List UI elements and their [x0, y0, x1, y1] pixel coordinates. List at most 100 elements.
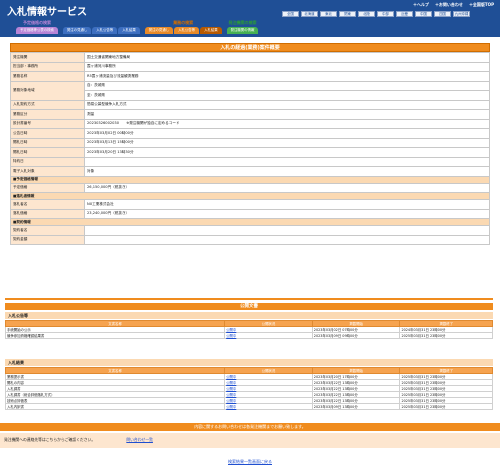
detail-key: 落札価格 [10, 208, 85, 219]
detail-row: 業務対象地域 自：茨城県 [10, 80, 490, 101]
inquiry-note: 内容に関するお問い合わせは各発注機関までお願い致します。 [0, 423, 500, 431]
detail-title: 入札の経過(業務)案件概要 [10, 43, 490, 52]
detail-value: 簡易公募型競争入札方式 [84, 99, 490, 110]
detail-value: 26,150,000円（税抜き） [84, 182, 490, 193]
detail-row: 担当部・事務所 霞ヶ浦河川事務所 [10, 61, 490, 72]
detail-value: 自：茨城県 [84, 80, 490, 91]
tab-price-search[interactable]: 予定価格等公表の検索 [16, 27, 58, 34]
notice-subtitle: 入札公告等 [5, 312, 493, 319]
category-agency: 発注機関の検索 発注機関の情報 [226, 20, 259, 34]
detail-value: 対象 [84, 166, 490, 177]
group-label: ■落札者情報 [10, 192, 490, 200]
detail-value: 2023年03月20日 13時30分 [84, 147, 490, 158]
doc-start: 2023年03月09日 13時00分 [311, 403, 401, 410]
detail-table: 発注機関 国土交通省関東地方整備局 担当部・事務所 霞ヶ浦河川事務所 業務名称 R5霞… [10, 52, 490, 245]
category-price-label: 予定価格の検索 [22, 20, 51, 25]
detail-value: 国土交通省関東地方整備局 [84, 52, 490, 63]
inquiry-list-link[interactable]: 問い合わせ一覧 [126, 437, 153, 442]
doc-start: 2023年03月09日 09時00分 [311, 332, 401, 339]
detail-key: 業務名称 [10, 71, 85, 82]
doc-status-link[interactable]: 公開中 [224, 403, 313, 410]
detail-row: 設計書番号 20230326002030 ※発注機関が独自に定めるコード [10, 118, 490, 129]
detail-value: 霞ヶ浦河川事務所 [84, 61, 490, 72]
region-tab-all[interactable]: 全国 [282, 11, 299, 17]
national-top-link[interactable]: ＋全国版TOP [469, 2, 494, 8]
detail-key: 契約金額 [10, 234, 85, 245]
contact-section: 発注機関への連絡先等はこちらからご確認ください。 問い合わせ一覧 [0, 433, 500, 448]
group-label: ■契約情報 [10, 218, 490, 226]
region-tab-hokkaido[interactable]: 北海道 [301, 11, 318, 17]
detail-row: 契約者名 [10, 225, 490, 236]
detail-value: 20230326002030 ※発注機関が独自に定めるコード [84, 118, 490, 129]
table-row: 競争参加資格確認結果書 公開中 2023年03月09日 09時00分 2025年… [4, 332, 493, 339]
group-header-winner: ■落札者情報 [10, 192, 490, 200]
contact-text: 発注機関への連絡先等はこちらからご確認ください。 [4, 437, 96, 442]
detail-key: 業務区分 [10, 109, 85, 120]
region-tab-kyushu[interactable]: 九州沖縄 [453, 11, 470, 17]
doc-end: 2025年03月31日 23時00分 [399, 332, 493, 339]
contact-link[interactable]: ＋お問い合わせ [435, 2, 463, 8]
category-price: 予定価格の検索 予定価格等公表の検索 [16, 20, 58, 34]
tab-construction-outlook[interactable]: 発注の見通し [62, 27, 92, 34]
category-service-label: 業務の検索 [173, 20, 194, 25]
detail-row: 公告日時 2023年03月02日 00時00分 [10, 128, 490, 139]
tab-service-notice[interactable]: 入札公告等 [174, 27, 200, 34]
detail-key: 入札契約方式 [10, 99, 85, 110]
region-tab-chubu[interactable]: 中部 [377, 11, 394, 17]
table-row: 入札内訳書 公開中 2023年03月09日 13時00分 2025年03月31日 23… [4, 403, 493, 410]
tab-service-result[interactable]: 入札結果 [200, 27, 222, 34]
detail-key: 発注機関 [10, 52, 85, 63]
result-docs-table: 文書名称 公開状況 掲載開始 掲載終了 業務提示書 公開中 2023年03月20日 … [4, 367, 493, 410]
detail-key: 開札日時 [10, 147, 85, 158]
detail-row: 落札価格 23,240,000円（税抜き） [10, 208, 490, 219]
region-tab-tohoku[interactable]: 東北 [320, 11, 337, 17]
detail-value: 23,240,000円（税抜き） [84, 208, 490, 219]
public-documents: 公開文書 入札公告等 文書名称 公開状況 掲載開始 掲載終了 手続開始の公示 公… [4, 298, 493, 410]
detail-value: 2023年03月02日 00時00分 [84, 128, 490, 139]
detail-value: 至：茨城県 [84, 90, 490, 101]
detail-value: 測量 [84, 109, 490, 120]
help-link[interactable]: ＋ヘルプ [413, 2, 429, 8]
group-label: ■予定価格情報 [10, 175, 490, 184]
detail-row: 電子入札対象 対象 [10, 166, 490, 177]
detail-value [84, 225, 490, 236]
detail-key: 担当部・事務所 [10, 61, 85, 72]
region-tab-hokuriku[interactable]: 北陸 [358, 11, 375, 17]
detail-key: 業務対象地域 [10, 80, 85, 101]
detail-row: 特約日 [10, 156, 490, 167]
tab-construction-notice[interactable]: 入札公告等 [92, 27, 118, 34]
region-tab-shikoku[interactable]: 四国 [434, 11, 451, 17]
detail-key: 特約日 [10, 156, 85, 167]
region-tab-chugoku[interactable]: 中国 [415, 11, 432, 17]
detail-row: 業務名称 R5霞ヶ浦流量及び流量観測業務 [10, 71, 490, 82]
region-tab-kinki[interactable]: 近畿 [396, 11, 413, 17]
group-header-contract: ■契約情報 [10, 218, 490, 226]
result-subtitle: 入札結果 [5, 359, 493, 366]
doc-status-link[interactable]: 公開中 [224, 332, 313, 339]
tab-service-outlook[interactable]: 発注の見通し [144, 27, 174, 34]
detail-row: 発注機関 国土交通省関東地方整備局 [10, 52, 490, 63]
detail-key: 予定価格 [10, 182, 85, 193]
detail-value [84, 156, 490, 167]
detail-key: 設計書番号 [10, 118, 85, 129]
detail-key: 契約者名 [10, 225, 85, 236]
detail-value: R5霞ヶ浦流量及び流量観測業務 [84, 71, 490, 82]
tab-agency-info[interactable]: 発注機関の情報 [226, 27, 259, 34]
region-tab-kanto[interactable]: 関東 [339, 11, 356, 17]
detail-row: 業務区分 測量 [10, 109, 490, 120]
doc-name: 入札内訳書 [4, 403, 226, 410]
doc-end: 2025年03月31日 23時00分 [399, 403, 493, 410]
back-section: 検索結果一覧画面に戻る [0, 459, 500, 465]
detail-value: NX工業株式会社 [84, 199, 490, 210]
category-nav: 予定価格の検索 予定価格等公表の検索 工事の検索 発注の見通し 入札公告等 入札… [16, 20, 259, 34]
detail-row: 開札日時 2023年03月13日 15時00分 [10, 137, 490, 148]
back-to-results-link[interactable]: 検索結果一覧画面に戻る [228, 459, 272, 464]
detail-key: 公告日時 [10, 128, 85, 139]
notice-docs-table: 文書名称 公開状況 掲載開始 掲載終了 手続開始の公示 公開中 2023年03月… [4, 320, 493, 339]
public-docs-title: 公開文書 [5, 303, 493, 310]
tab-construction-result[interactable]: 入札結果 [118, 27, 140, 34]
site-title: 入札情報サービス [7, 7, 87, 18]
detail-row: 入札契約方式 簡易公募型競争入札方式 [10, 99, 490, 110]
detail-row: 契約金額 [10, 234, 490, 245]
category-construction: 工事の検索 発注の見通し 入札公告等 入札結果 [62, 20, 140, 34]
